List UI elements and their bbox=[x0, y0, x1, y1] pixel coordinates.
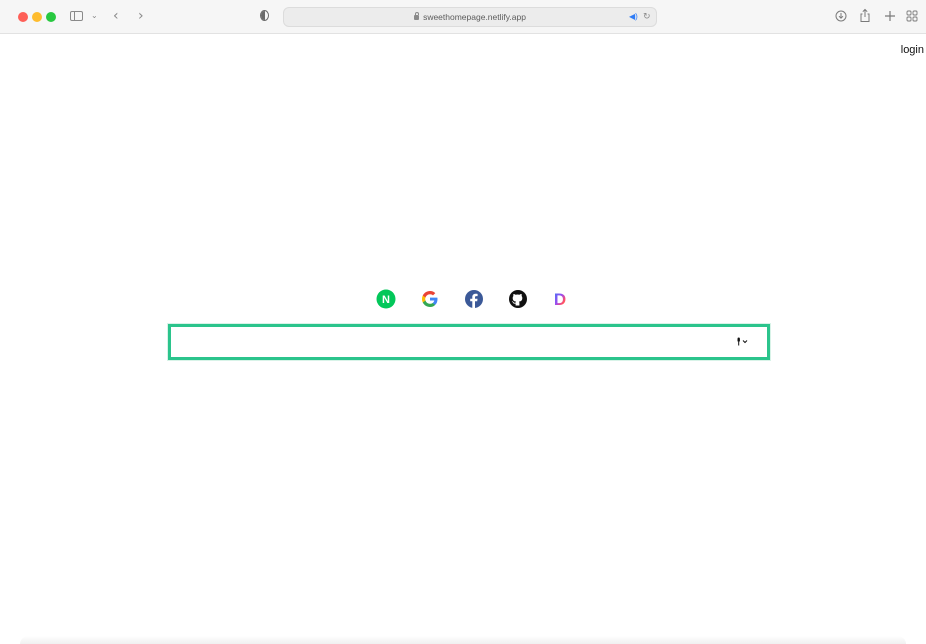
search-input[interactable] bbox=[177, 331, 733, 355]
share-icon[interactable] bbox=[859, 8, 871, 23]
plus-icon[interactable] bbox=[884, 10, 896, 22]
naver-icon[interactable]: N bbox=[376, 289, 396, 309]
naver-letter: N bbox=[382, 294, 390, 306]
chevron-right-icon[interactable]: › bbox=[138, 9, 144, 23]
shortcut-bar: N D bbox=[376, 289, 576, 311]
reload-icon[interactable]: ↻ bbox=[643, 12, 651, 21]
microphone-dropdown-icon[interactable] bbox=[736, 337, 750, 347]
address-bar[interactable]: sweethomepage.netlify.app ◀) ↻ bbox=[283, 7, 657, 27]
facebook-icon[interactable] bbox=[464, 289, 484, 309]
download-icon[interactable] bbox=[835, 10, 847, 22]
speaker-icon[interactable]: ◀) bbox=[629, 13, 638, 21]
sidebar-icon[interactable] bbox=[70, 11, 83, 21]
login-link[interactable]: login bbox=[901, 44, 924, 56]
github-icon[interactable] bbox=[508, 289, 528, 309]
chevron-left-icon[interactable]: ‹ bbox=[113, 9, 119, 23]
search-box bbox=[168, 324, 770, 360]
chevron-down-icon[interactable]: ⌄ bbox=[91, 12, 98, 20]
browser-toolbar: ⌄ ‹ › sweethomepage.netlify.app ◀) ↻ bbox=[0, 0, 926, 34]
minimize-window-button[interactable] bbox=[32, 12, 42, 22]
google-icon[interactable] bbox=[420, 289, 440, 309]
daum-icon[interactable]: D bbox=[550, 289, 570, 309]
close-window-button[interactable] bbox=[18, 12, 28, 22]
url-text: sweethomepage.netlify.app bbox=[423, 12, 526, 22]
shield-icon[interactable] bbox=[260, 10, 269, 21]
browser-window: ⌄ ‹ › sweethomepage.netlify.app ◀) ↻ log… bbox=[0, 0, 926, 644]
bottom-edge-shadow bbox=[20, 636, 906, 644]
zoom-window-button[interactable] bbox=[46, 12, 56, 22]
url-display: sweethomepage.netlify.app bbox=[284, 8, 656, 26]
daum-letter: D bbox=[554, 290, 566, 309]
lock-icon bbox=[414, 12, 420, 20]
grid-icon[interactable] bbox=[906, 10, 918, 22]
